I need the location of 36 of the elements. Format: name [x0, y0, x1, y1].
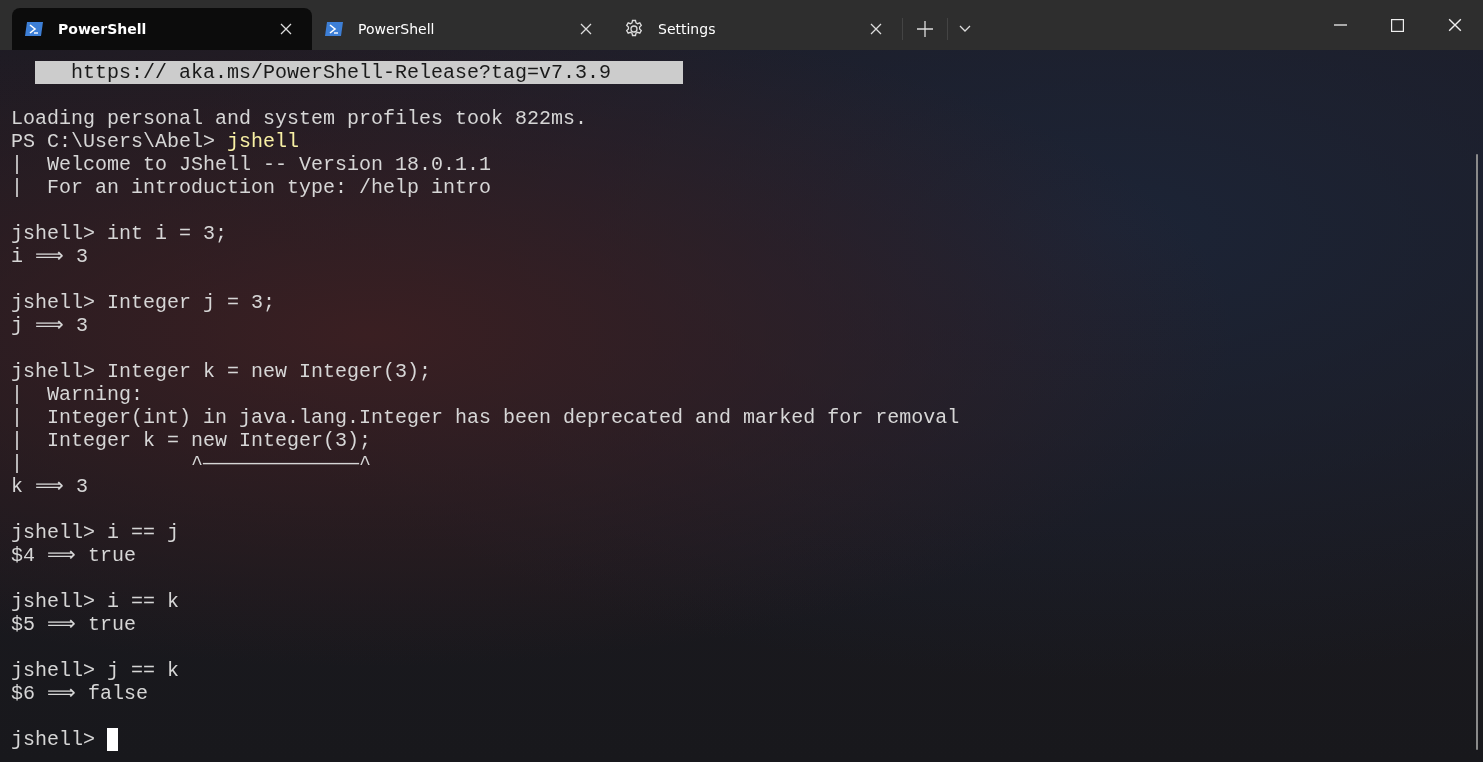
terminal-line: $5 ⟹ true	[11, 613, 136, 636]
terminal-icon	[24, 21, 44, 37]
terminal-line: | ^—————————————^	[11, 452, 372, 475]
chevron-down-icon[interactable]	[959, 25, 971, 33]
terminal-line: | Integer k = new Integer(3);	[11, 429, 372, 452]
terminal-line: jshell> i == k	[11, 590, 180, 613]
terminal-line: | Welcome to JShell -- Version 18.0.1.1	[11, 153, 492, 176]
text-cursor	[107, 728, 118, 751]
terminal-line: jshell> j == k	[11, 659, 180, 682]
tab[interactable]: Settings	[612, 8, 902, 50]
terminal-prompt: jshell>	[11, 728, 96, 751]
close-icon[interactable]	[870, 23, 882, 35]
terminal-line: | Integer(int) in java.lang.Integer has been deprecated and marked for removal	[11, 406, 960, 429]
scrollbar[interactable]	[1476, 154, 1478, 750]
terminal-line: k ⟹ 3	[11, 475, 88, 498]
terminal-line: | Warning:	[11, 383, 144, 406]
tab[interactable]: PowerShell	[12, 8, 312, 50]
tab[interactable]: PowerShell	[312, 8, 612, 50]
terminal-icon	[324, 21, 344, 37]
terminal-line: jshell> int i = 3;	[11, 222, 228, 245]
terminal-line: | For an introduction type: /help intro	[11, 176, 492, 199]
plus-icon[interactable]	[917, 21, 933, 37]
terminal-line: jshell> Integer j = 3;	[11, 291, 276, 314]
terminal-line: Loading personal and system profiles took 822ms.	[11, 107, 588, 130]
terminal-line: $6 ⟹ false	[11, 682, 149, 705]
terminal-line: i ⟹ 3	[11, 245, 88, 268]
terminal-line: jshell> Integer k = new Integer(3);	[11, 360, 432, 383]
terminal-line: jshell> i == j	[11, 521, 180, 544]
close-icon[interactable]	[580, 23, 592, 35]
close-icon[interactable]	[280, 23, 292, 35]
terminal-line: PS C:\Users\Abel> jshell	[11, 130, 300, 153]
terminal-line: j ⟹ 3	[11, 314, 88, 337]
settings-icon	[624, 19, 644, 39]
maximize-icon[interactable]	[1391, 18, 1404, 32]
terminal-line: $4 ⟹ true	[11, 544, 136, 567]
close-icon[interactable]	[1447, 18, 1462, 32]
